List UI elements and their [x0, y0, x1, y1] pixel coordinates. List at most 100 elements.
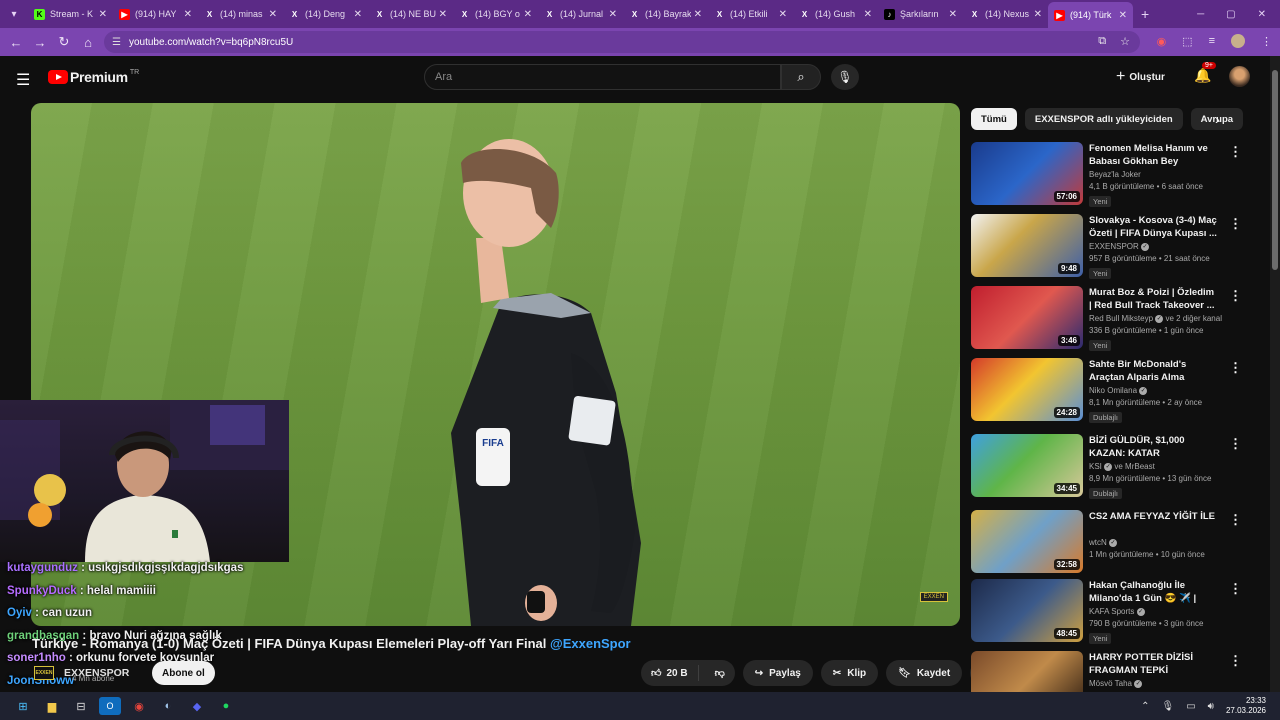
reco-channel[interactable]: Red Bull Mikstеyp: [1089, 314, 1153, 323]
recommended-video[interactable]: 57:06 Fenomen Melisa Hanım ve Babası Gök…: [971, 142, 1242, 208]
tab-close-icon[interactable]: ✕: [524, 9, 532, 20]
tab-close-icon[interactable]: ✕: [184, 9, 192, 20]
file-explorer-icon[interactable]: ▆: [41, 697, 63, 715]
tab-close-icon[interactable]: ✕: [694, 9, 702, 20]
reload-icon[interactable]: ↻: [52, 34, 76, 50]
discord-icon[interactable]: ◆: [186, 697, 208, 715]
reco-thumbnail[interactable]: 24:28: [971, 358, 1083, 421]
back-icon[interactable]: ←: [4, 35, 28, 50]
reco-thumbnail[interactable]: 3:46: [971, 286, 1083, 349]
notifications-button[interactable]: 🔔 9+: [1194, 62, 1216, 84]
tab-close-icon[interactable]: ✕: [779, 9, 787, 20]
like-button[interactable]: 👍︎ 20 B: [641, 665, 699, 681]
video-title-mention[interactable]: @ExxenSpor: [550, 636, 631, 651]
home-icon[interactable]: ⌂: [76, 35, 100, 50]
reco-thumbnail[interactable]: 34:45: [971, 434, 1083, 497]
filter-chip[interactable]: Tümü: [971, 108, 1017, 130]
reco-more-icon[interactable]: ⋮: [1229, 436, 1242, 452]
site-info-icon[interactable]: ☰: [112, 37, 121, 48]
browser-tab[interactable]: X (14) Deng ✕: [283, 2, 368, 26]
reco-channel[interactable]: EXXENSPOR: [1089, 242, 1139, 251]
browser-tab[interactable]: K Stream - K ✕: [28, 2, 113, 26]
address-bar[interactable]: ☰ youtube.com/watch?v=bq6pN8rcu5U ⧉ ☆: [104, 31, 1140, 53]
minimize-icon[interactable]: ─: [1197, 9, 1204, 20]
forward-icon[interactable]: →: [28, 35, 52, 50]
menu-icon[interactable]: ☰: [16, 70, 30, 90]
recommended-video[interactable]: 48:45 Hakan Çalhanoğlu İle Milano'da 1 G…: [971, 579, 1242, 645]
reco-channel[interactable]: KAFA Sports: [1089, 607, 1134, 616]
browser-tab[interactable]: X (14) minas ✕: [198, 2, 283, 26]
profile-avatar[interactable]: [1231, 34, 1245, 48]
tray-chevron-icon[interactable]: ⌃: [1141, 701, 1149, 712]
reco-more-icon[interactable]: ⋮: [1229, 360, 1242, 376]
recommended-video[interactable]: 9:48 Slovakya - Kosova (3-4) Maç Özeti |…: [971, 214, 1242, 280]
share-button[interactable]: ↪ Paylaş: [742, 660, 813, 686]
create-button[interactable]: + Oluştur: [1116, 66, 1165, 88]
reco-title[interactable]: BİZİ GÜLDÜR, $1,000 KAZAN: KATAR VERSİYO…: [1089, 434, 1217, 460]
tab-close-icon[interactable]: ✕: [99, 9, 107, 20]
browser-tab[interactable]: ▶ (914) HAY ✕: [113, 2, 198, 26]
tab-close-icon[interactable]: ✕: [949, 9, 957, 20]
recommended-video[interactable]: 3:46 Murat Boz & Poizi | Özledim | Red B…: [971, 286, 1242, 352]
tab-close-icon[interactable]: ✕: [1034, 9, 1042, 20]
reco-more-icon[interactable]: ⋮: [1229, 216, 1242, 232]
recommended-video[interactable]: 32:58 CS2 AMA FEYYAZ YİĞİT İLE wtcN ✓ 1 …: [971, 510, 1242, 576]
chips-next-icon[interactable]: ›: [1215, 111, 1220, 127]
reco-title[interactable]: HARRY POTTER DİZİSİ FRAGMAN TEPKİ: [1089, 651, 1217, 677]
windows-start-icon[interactable]: ⊞: [12, 697, 34, 715]
reco-thumbnail[interactable]: 32:58: [971, 510, 1083, 573]
filter-chip[interactable]: EXXENSPOR adlı yükleyiciden: [1024, 108, 1183, 130]
reco-more-icon[interactable]: ⋮: [1229, 512, 1242, 528]
clock[interactable]: 23:33 27.03.2026: [1226, 696, 1266, 716]
reco-channel[interactable]: wtcN: [1089, 538, 1107, 547]
tab-close-icon[interactable]: ✕: [269, 9, 277, 20]
dislike-button[interactable]: 👎︎: [705, 667, 735, 679]
browser-tab[interactable]: ♪ Şarkıların ✕: [878, 2, 963, 26]
youtube-logo[interactable]: Premium TR: [48, 69, 139, 85]
browser-tab[interactable]: X (14) NE BU ✕: [368, 2, 453, 26]
display-icon[interactable]: ▭: [1186, 701, 1195, 712]
channel-avatar[interactable]: EXXEN: [34, 666, 54, 680]
reco-channel[interactable]: KSI: [1089, 462, 1102, 471]
recommended-video[interactable]: 24:28 Sahte Bir McDonald's Araçtan Alpar…: [971, 358, 1242, 424]
reco-channel[interactable]: Beyaz'la Joker: [1089, 170, 1141, 179]
bookmark-star-icon[interactable]: ☆: [1120, 35, 1130, 48]
tab-close-icon[interactable]: ✕: [1119, 10, 1127, 21]
reco-channel[interactable]: Mösvö Taha: [1089, 679, 1132, 688]
store-icon[interactable]: ⊟: [70, 697, 92, 715]
volume-icon[interactable]: 🔊︎: [1208, 701, 1214, 712]
maximize-icon[interactable]: ▢: [1226, 9, 1235, 20]
scrollbar-thumb[interactable]: [1272, 70, 1278, 270]
reco-title[interactable]: Sahte Bir McDonald's Araçtan Alparis Alm…: [1089, 358, 1217, 384]
browser-tab[interactable]: X (14) Gush ✕: [793, 2, 878, 26]
reco-more-icon[interactable]: ⋮: [1229, 653, 1242, 669]
steam-icon[interactable]: ◐: [157, 697, 179, 715]
reco-thumbnail[interactable]: 9:48: [971, 214, 1083, 277]
reco-channel[interactable]: Niko Omilana: [1089, 386, 1137, 395]
browser-tab[interactable]: X (14) Nexus ✕: [963, 2, 1048, 26]
reco-more-icon[interactable]: ⋮: [1229, 581, 1242, 597]
close-window-icon[interactable]: ✕: [1258, 9, 1266, 20]
tab-search-icon[interactable]: ▾: [0, 0, 28, 28]
reco-title[interactable]: Murat Boz & Poizi | Özledim | Red Bull T…: [1089, 286, 1217, 312]
reco-more-icon[interactable]: ⋮: [1229, 288, 1242, 304]
browser-tab[interactable]: ▶ (914) Türk ✕: [1048, 2, 1133, 28]
extensions-puzzle-icon[interactable]: ⬚: [1182, 35, 1192, 48]
recommended-video[interactable]: 34:45 BİZİ GÜLDÜR, $1,000 KAZAN: KATAR V…: [971, 434, 1242, 500]
reco-thumbnail[interactable]: 57:06: [971, 142, 1083, 205]
tab-close-icon[interactable]: ✕: [439, 9, 447, 20]
extension-icon[interactable]: ◉: [1157, 35, 1167, 48]
account-avatar[interactable]: [1229, 66, 1250, 87]
outlook-icon[interactable]: O: [99, 697, 121, 715]
browser-tab[interactable]: X (14) BGY o ✕: [453, 2, 538, 26]
browser-tab[interactable]: X (14) Bayrak ✕: [623, 2, 708, 26]
microphone-icon[interactable]: 🎙︎: [1161, 701, 1174, 712]
save-button[interactable]: 🔖︎ Kaydet: [886, 660, 963, 686]
subscribe-button[interactable]: Abone ol: [152, 661, 215, 685]
tab-close-icon[interactable]: ✕: [609, 9, 617, 20]
tab-close-icon[interactable]: ✕: [864, 9, 872, 20]
install-app-icon[interactable]: ⧉: [1098, 35, 1106, 48]
reading-list-icon[interactable]: ≡: [1209, 35, 1215, 47]
reco-title[interactable]: CS2 AMA FEYYAZ YİĞİT İLE: [1089, 510, 1217, 536]
reco-title[interactable]: Slovakya - Kosova (3-4) Maç Özeti | FIFA…: [1089, 214, 1217, 240]
